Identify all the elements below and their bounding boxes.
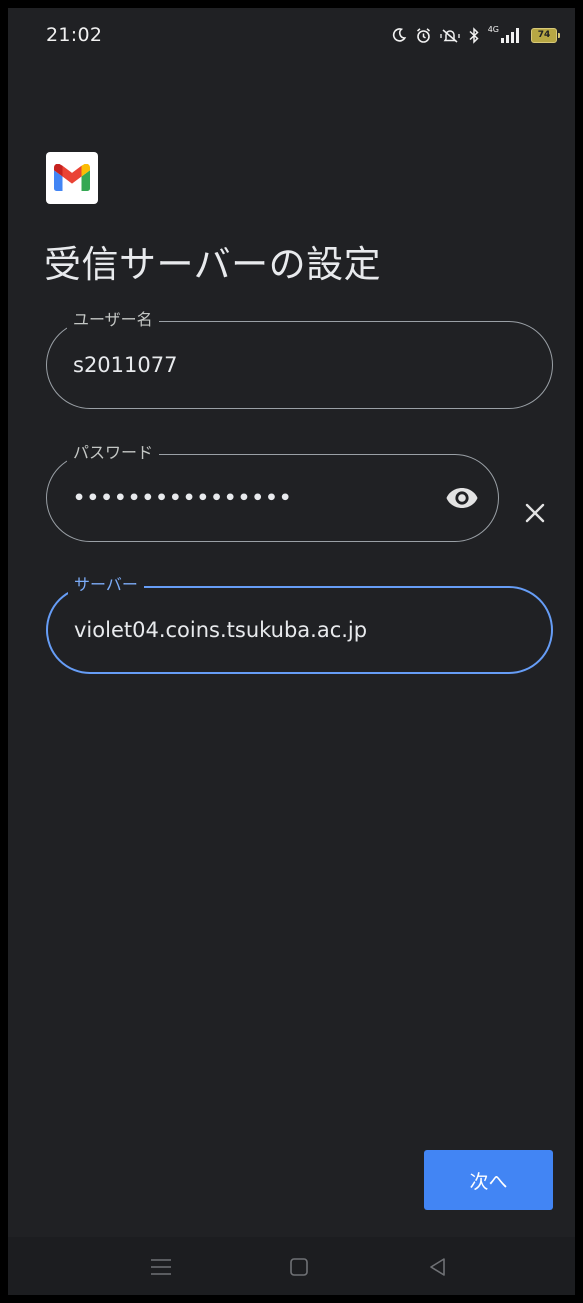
vibrate-icon [440,27,460,44]
server-input[interactable]: violet04.coins.tsukuba.ac.jp [74,588,367,672]
password-input[interactable]: •••••••••••••••• [73,455,293,541]
username-input[interactable]: s2011077 [73,322,177,408]
username-field[interactable]: ユーザー名 s2011077 [46,309,553,409]
moon-icon [391,27,407,43]
battery-level: 74 [537,30,551,40]
menu-icon[interactable] [149,1255,173,1279]
battery-icon: 74 [531,27,560,43]
navigation-bar [8,1237,575,1295]
eye-icon[interactable] [442,478,482,518]
gmail-logo [46,152,98,204]
password-field[interactable]: パスワード •••••••••••••••• [46,442,499,542]
home-icon[interactable] [287,1255,311,1279]
server-field[interactable]: サーバー violet04.coins.tsukuba.ac.jp [46,574,553,674]
status-time: 21:02 [46,24,103,46]
screen: 21:02 4G 74 受信サーバーの設定 ユーザー名 s2011077 パスワ… [8,8,575,1295]
close-icon[interactable] [515,493,555,533]
bluetooth-icon [468,26,480,44]
signal-icon [501,27,523,44]
status-icons: 4G 74 [391,24,560,45]
network-type-label: 4G [487,24,499,34]
alarm-icon [415,27,432,44]
status-bar: 21:02 4G 74 [8,8,575,66]
next-button[interactable]: 次へ [424,1150,553,1210]
page-title: 受信サーバーの設定 [44,243,382,286]
back-icon[interactable] [426,1255,450,1279]
